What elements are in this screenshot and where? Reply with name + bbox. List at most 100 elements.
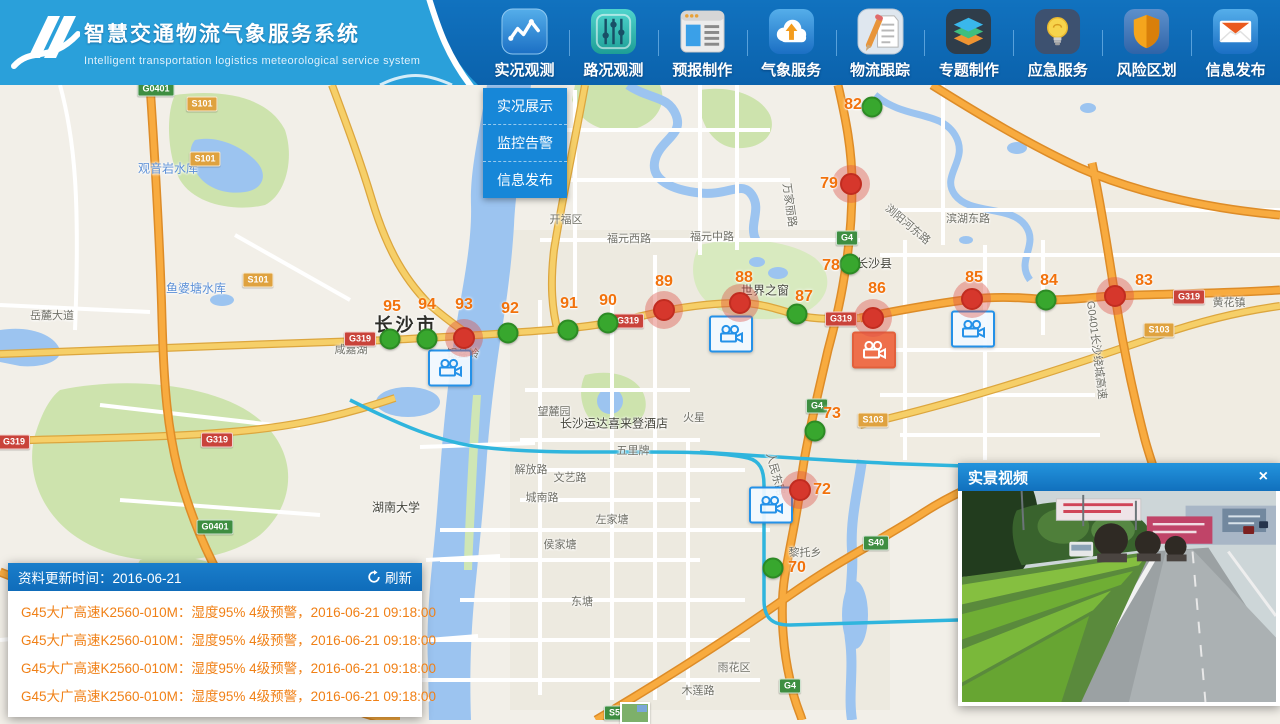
nav-item-topic-production[interactable]: 专题制作 <box>924 0 1013 85</box>
alert-list: G45大广高速K2560-010M：湿度95% 4级预警，2016-06-21 … <box>8 591 422 717</box>
risk-zoning-icon <box>1123 8 1170 55</box>
road-observation-icon <box>590 8 637 55</box>
station-marker[interactable] <box>653 299 675 321</box>
camera-marker-icon[interactable] <box>709 316 753 353</box>
station-number: 90 <box>599 292 617 310</box>
satellite-toggle[interactable] <box>620 702 650 724</box>
station-number: 78 <box>822 257 840 275</box>
realtime-observation-icon <box>501 8 548 55</box>
station-marker[interactable] <box>380 329 401 350</box>
map-label: 福元中路 <box>690 228 734 244</box>
refresh-icon <box>367 570 381 584</box>
map-label: 五里牌 <box>617 442 650 458</box>
road-badge: S101 <box>189 152 220 167</box>
station-marker[interactable] <box>1036 290 1057 311</box>
map-label: 文艺路 <box>554 469 587 485</box>
station-number: 72 <box>813 481 831 499</box>
station-number: 89 <box>655 273 673 291</box>
alert-row: G45大广高速K2560-010M：湿度95% 4级预警，2016-06-21 … <box>8 653 422 681</box>
nav-item-emergency-service[interactable]: 应急服务 <box>1013 0 1102 85</box>
road-badge: G319 <box>825 312 857 327</box>
map-label: 木莲路 <box>682 682 715 698</box>
map-label: 万家丽路 <box>779 182 801 228</box>
video-panel-header: 实景视频 × <box>958 463 1280 491</box>
station-number: 84 <box>1040 272 1058 290</box>
station-marker[interactable] <box>453 327 475 349</box>
station-number: 73 <box>823 405 841 423</box>
station-marker[interactable] <box>961 288 983 310</box>
nav-label: 路况观测 <box>583 59 643 80</box>
map-label: 黎托乡 <box>789 544 822 560</box>
nav-item-weather-service[interactable]: 气象服务 <box>747 0 836 85</box>
station-marker[interactable] <box>805 421 826 442</box>
map-label: 解放路 <box>515 461 548 477</box>
station-marker[interactable] <box>862 97 883 118</box>
map-label: 湖南大学 <box>372 499 420 516</box>
map-label: 岳麓大道 <box>30 307 74 323</box>
station-marker[interactable] <box>763 558 784 579</box>
app-subtitle: Intelligent transportation logistics met… <box>84 55 420 67</box>
submenu-item-monitor-alarm[interactable]: 监控告警 <box>483 124 567 161</box>
station-marker[interactable] <box>598 313 619 334</box>
station-marker[interactable] <box>787 304 808 325</box>
close-icon[interactable]: × <box>1257 468 1270 486</box>
station-number: 85 <box>965 269 983 287</box>
nav-label: 专题制作 <box>939 59 999 80</box>
refresh-button[interactable]: 刷新 <box>367 567 412 587</box>
station-marker[interactable] <box>1104 285 1126 307</box>
submenu-item-info-release[interactable]: 信息发布 <box>483 161 567 198</box>
station-marker[interactable] <box>862 307 884 329</box>
nav-label: 风险区划 <box>1117 59 1177 80</box>
nav-item-realtime-observation[interactable]: 实况观测 <box>480 0 569 85</box>
road-badge: G4 <box>779 679 801 694</box>
nav-item-road-observation[interactable]: 路况观测 <box>569 0 658 85</box>
nav-item-risk-zoning[interactable]: 风险区划 <box>1102 0 1191 85</box>
road-badge: S101 <box>186 97 217 112</box>
station-marker[interactable] <box>840 173 862 195</box>
map-label: 滨湖东路 <box>946 210 990 226</box>
forecast-production-icon <box>679 8 726 55</box>
app-header: 智慧交通物流气象服务系统 Intelligent transportation … <box>0 0 1280 85</box>
alert-panel-header: 资料更新时间：2016-06-21 刷新 <box>8 563 422 591</box>
station-marker[interactable] <box>729 292 751 314</box>
station-number: 95 <box>383 298 401 316</box>
map-label: 鱼婆塘水库 <box>166 280 226 297</box>
road-badge: S101 <box>242 273 273 288</box>
road-badge: G319 <box>0 435 30 450</box>
station-marker[interactable] <box>840 254 861 275</box>
station-number: 94 <box>418 296 436 314</box>
road-badge: G319 <box>344 332 376 347</box>
road-badge: S103 <box>857 413 888 428</box>
logo-zone: 智慧交通物流气象服务系统 Intelligent transportation … <box>0 0 480 85</box>
station-number: 70 <box>788 559 806 577</box>
video-panel-title: 实景视频 <box>968 467 1257 488</box>
realtime-submenu: 实况展示 监控告警 信息发布 <box>483 88 567 198</box>
station-number: 92 <box>501 300 519 318</box>
nav-label: 实况观测 <box>494 59 554 80</box>
map-label: 开福区 <box>550 211 583 227</box>
road-badge: G319 <box>1173 290 1205 305</box>
map-label: G0401长沙绕城高速 <box>1083 300 1111 400</box>
main-nav: 实况观测 路况观测 预报制作 <box>480 0 1280 85</box>
nav-label: 信息发布 <box>1206 59 1266 80</box>
camera-marker-icon[interactable] <box>852 332 896 369</box>
alert-update-time: 资料更新时间：2016-06-21 <box>18 567 367 587</box>
station-marker[interactable] <box>417 329 438 350</box>
station-number: 87 <box>795 288 813 306</box>
submenu-item-live-display[interactable]: 实况展示 <box>483 88 567 124</box>
station-marker[interactable] <box>789 479 811 501</box>
station-number: 82 <box>844 96 862 114</box>
nav-item-info-release[interactable]: 信息发布 <box>1191 0 1280 85</box>
refresh-label: 刷新 <box>385 567 412 587</box>
info-release-icon <box>1212 8 1259 55</box>
map-label: 浏阳河东路 <box>882 200 934 248</box>
station-marker[interactable] <box>498 323 519 344</box>
map-label: 福元西路 <box>607 230 651 246</box>
station-number: 93 <box>455 296 473 314</box>
station-marker[interactable] <box>558 320 579 341</box>
video-frame[interactable] <box>962 491 1276 702</box>
nav-item-forecast-production[interactable]: 预报制作 <box>658 0 747 85</box>
station-number: 88 <box>735 269 753 287</box>
nav-item-logistics-tracking[interactable]: 物流跟踪 <box>836 0 925 85</box>
logistics-tracking-icon <box>857 8 904 55</box>
